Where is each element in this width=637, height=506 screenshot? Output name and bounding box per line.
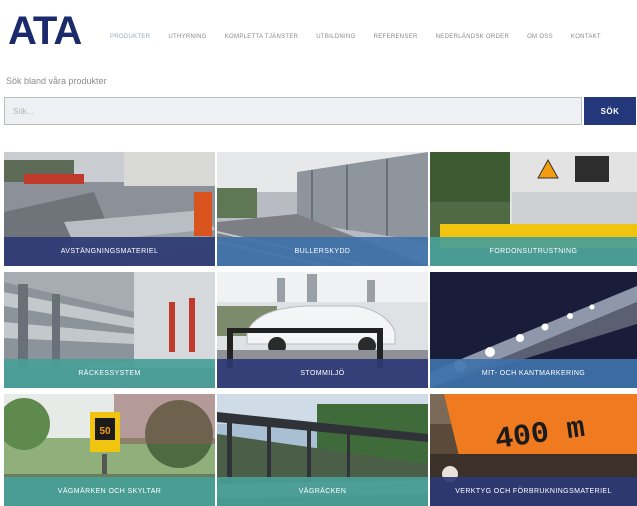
product-tile-label: FORDONSUTRUSTNING — [430, 237, 637, 266]
product-tile-label: AVSTÄNGNINGSMATERIEL — [4, 237, 215, 266]
nav-item-kontakt[interactable]: KONTAKT — [571, 34, 601, 40]
search-bar: SÖK — [4, 97, 636, 125]
nav-item-utbildning[interactable]: UTBILDNING — [316, 34, 355, 40]
product-tile-rackessystem[interactable]: RÄCKESSYSTEM — [4, 272, 215, 388]
search-button[interactable]: SÖK — [584, 97, 636, 125]
product-tile-mit-och-kantmarkering[interactable]: MIT- OCH KANTMARKERING — [430, 272, 637, 388]
product-tile-label: MIT- OCH KANTMARKERING — [430, 359, 637, 388]
nav-item-referenser[interactable]: REFERENSER — [374, 34, 418, 40]
site-header: ATA PRODUKTER UTHYRNING KOMPLETTA TJÄNST… — [0, 0, 637, 64]
nav-item-uthyrning[interactable]: UTHYRNING — [168, 34, 206, 40]
sign-value-text: 50 — [99, 426, 111, 437]
nav-item-om-oss[interactable]: OM OSS — [527, 34, 553, 40]
product-tile-vagmarken-och-skyltar[interactable]: 50 VÄGMÄRKEN OCH SKYLTAR — [4, 394, 215, 506]
product-tile-label: RÄCKESSYSTEM — [4, 359, 215, 388]
search-input[interactable] — [4, 97, 582, 125]
search-label: Sök bland våra produkter — [6, 76, 107, 86]
nav-item-produkter[interactable]: PRODUKTER — [110, 34, 150, 40]
product-tile-label: VERKTYG OCH FÖRBRUKNINGSMATERIEL — [430, 477, 637, 506]
product-tile-vagracken[interactable]: VÄGRÄCKEN — [217, 394, 428, 506]
product-tile-avstangningsmateriel[interactable]: AVSTÄNGNINGSMATERIEL — [4, 152, 215, 266]
nav-item-kompletta-tjanster[interactable]: KOMPLETTA TJÄNSTER — [225, 34, 299, 40]
ata-logo[interactable]: ATA — [8, 11, 82, 51]
product-tile-bullerskydd[interactable]: BULLERSKYDD — [217, 152, 428, 266]
product-tile-fordonsutrustning[interactable]: FORDONSUTRUSTNING — [430, 152, 637, 266]
product-tile-verktyg-och-forbrukningsmateriel[interactable]: 400 m VERKTYG OCH FÖRBRUKNINGSMATERIEL — [430, 394, 637, 506]
product-tile-label: BULLERSKYDD — [217, 237, 428, 266]
product-tile-label: VÄGMÄRKEN OCH SKYLTAR — [4, 477, 215, 506]
nav-item-nederlandsk-order[interactable]: NEDERLÄNDSK ORDER — [436, 34, 509, 40]
product-tile-label: VÄGRÄCKEN — [217, 477, 428, 506]
product-tile-label: STOMMILJÖ — [217, 359, 428, 388]
main-nav: PRODUKTER UTHYRNING KOMPLETTA TJÄNSTER U… — [110, 34, 619, 40]
product-grid: AVSTÄNGNINGSMATERIEL BULLERSKYDD FORDONS… — [4, 152, 637, 506]
product-tile-stommiljo[interactable]: STOMMILJÖ — [217, 272, 428, 388]
